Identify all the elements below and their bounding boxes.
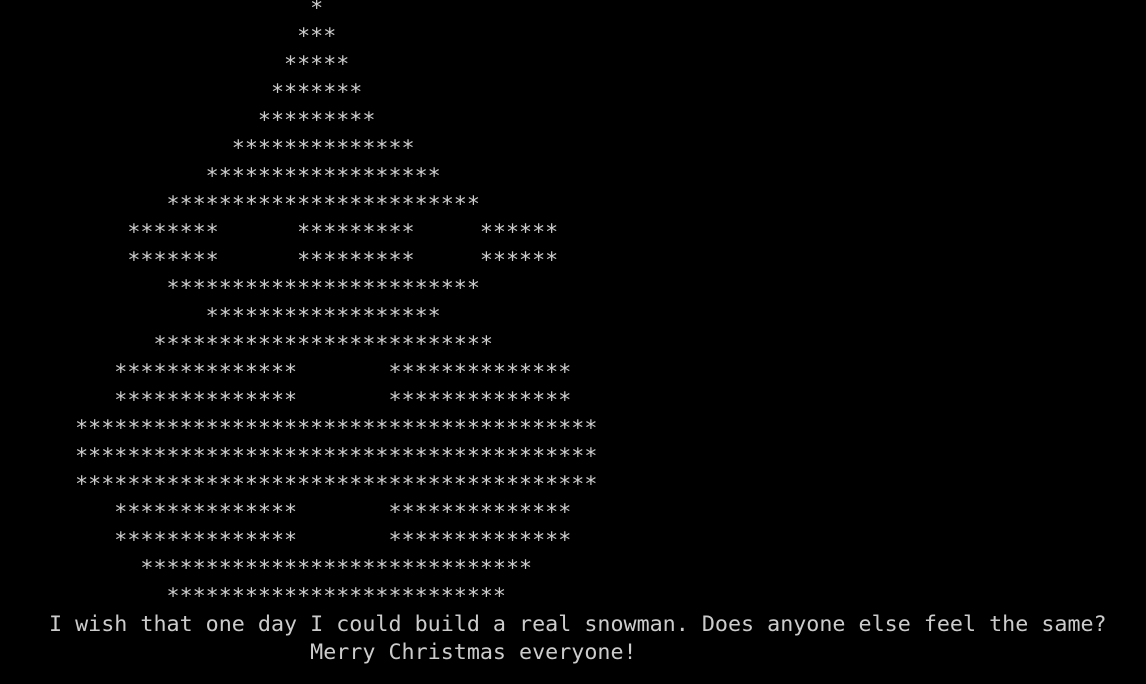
tree-line: ***: [49, 24, 337, 49]
tree-line: *********: [49, 108, 389, 133]
tree-line: **************: [49, 136, 415, 161]
tree-line: ******************: [49, 164, 441, 189]
tree-line: *****: [49, 52, 350, 77]
tree-line: ****************************************: [49, 444, 598, 469]
message-line: I wish that one day I could build a real…: [49, 612, 1107, 637]
tree-line: ****************************************: [49, 472, 598, 497]
tree-line: **************************: [49, 332, 493, 357]
tree-line: ******* ********* ******: [49, 220, 559, 245]
tree-line: ************** **************: [49, 360, 572, 385]
tree-line: **************************: [49, 584, 507, 609]
greeting-line: Merry Christmas everyone!: [49, 640, 637, 665]
console-output: * *** ***** ******* ********* **********…: [49, 0, 1107, 667]
tree-line: *******: [49, 80, 363, 105]
tree-line: ************************: [49, 276, 480, 301]
tree-line: ************** **************: [49, 500, 572, 525]
tree-line: ******************: [49, 304, 441, 329]
tree-line: ************** **************: [49, 528, 572, 553]
tree-line: ************** **************: [49, 388, 572, 413]
tree-line: ****************************************: [49, 416, 598, 441]
terminal-window: * *** ***** ******* ********* **********…: [0, 0, 1146, 684]
tree-line: ******************************: [49, 556, 533, 581]
tree-line: *: [49, 0, 324, 21]
tree-line: ************************: [49, 192, 480, 217]
tree-line: ******* ********* ******: [49, 248, 559, 273]
